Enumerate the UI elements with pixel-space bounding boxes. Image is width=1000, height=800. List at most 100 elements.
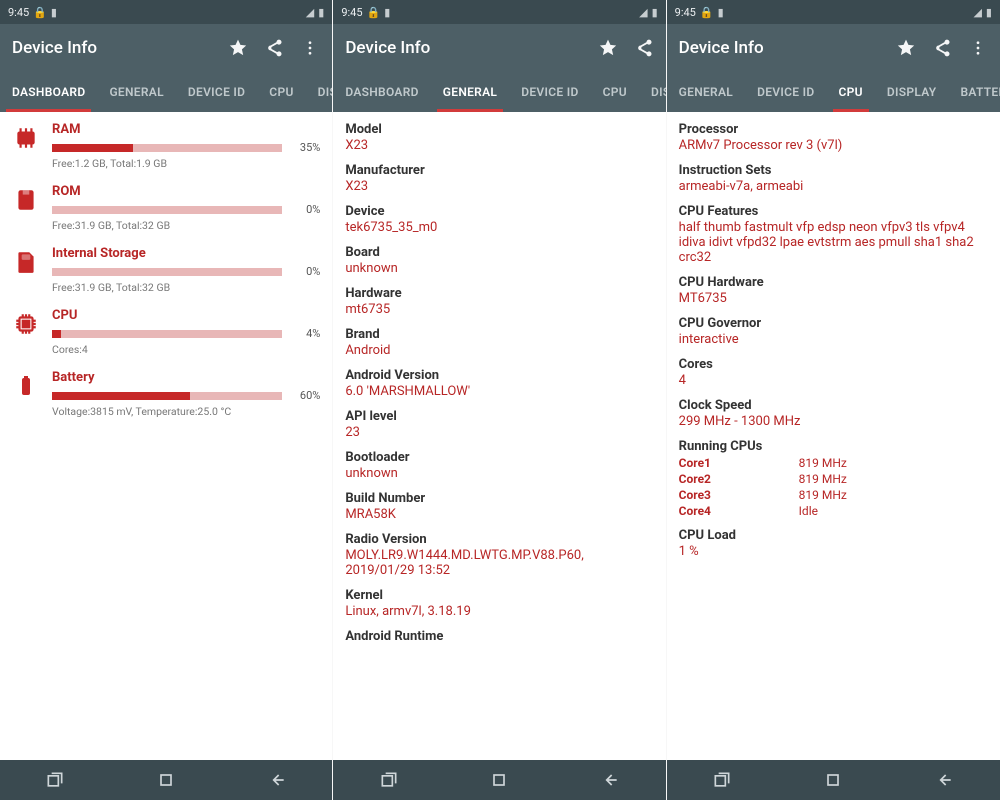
cpu-content: ProcessorARMv7 Processor rev 3 (v7l) Inst… bbox=[667, 112, 1000, 760]
cpu-core-row: Core4Idle bbox=[679, 504, 988, 518]
star-icon[interactable] bbox=[598, 38, 618, 58]
progress-bar bbox=[52, 268, 282, 276]
back-icon[interactable] bbox=[266, 769, 288, 791]
kv-android-version: Android Version6.0 'MARSHMALLOW' bbox=[345, 368, 653, 399]
kv-value: MT6735 bbox=[679, 291, 988, 306]
kv-label: Device bbox=[345, 204, 653, 219]
kv-value: 23 bbox=[345, 425, 653, 440]
recent-icon[interactable] bbox=[711, 769, 733, 791]
kv-label: Android Runtime bbox=[345, 629, 653, 644]
tab-dis[interactable]: DIS bbox=[639, 72, 666, 112]
pane-general: 9:45 🔒 ▮ ◢ ▮ Device Info DASHBOARDGENERA… bbox=[333, 0, 666, 800]
kv-value: MRA58K bbox=[345, 507, 653, 522]
home-icon[interactable] bbox=[488, 769, 510, 791]
tab-bar: DASHBOARDGENERALDEVICE IDCPUDISPLAY bbox=[0, 72, 332, 112]
battery-indicator-icon: ▮ bbox=[652, 6, 658, 19]
kv-build-number: Build NumberMRA58K bbox=[345, 491, 653, 522]
tab-cpu[interactable]: CPU bbox=[591, 72, 639, 112]
recent-icon[interactable] bbox=[378, 769, 400, 791]
cpu-icon bbox=[12, 310, 40, 338]
kv-label: API level bbox=[345, 409, 653, 424]
tab-cpu[interactable]: CPU bbox=[257, 72, 305, 112]
general-content: ModelX23ManufacturerX23Devicetek6735_35_… bbox=[333, 112, 665, 760]
dash-item-rom[interactable]: ROM0%Free:31.9 GB, Total:32 GB bbox=[12, 184, 320, 232]
kv-kernel: KernelLinux, armv7l, 3.18.19 bbox=[345, 588, 653, 619]
kv-value: Android bbox=[345, 343, 653, 358]
nav-bar bbox=[0, 760, 332, 800]
kv-label: Kernel bbox=[345, 588, 653, 603]
kv-processor: ProcessorARMv7 Processor rev 3 (v7l) bbox=[679, 122, 988, 153]
lock-icon: 🔒 bbox=[700, 6, 714, 19]
tab-device-id[interactable]: DEVICE ID bbox=[509, 72, 590, 112]
sd-icon: ▮ bbox=[51, 6, 57, 19]
dash-item-cpu[interactable]: CPU4%Cores:4 bbox=[12, 308, 320, 356]
action-bar: Device Info bbox=[333, 24, 665, 72]
cpu-core-name: Core1 bbox=[679, 456, 799, 470]
tab-general[interactable]: GENERAL bbox=[97, 72, 175, 112]
star-icon[interactable] bbox=[228, 38, 248, 58]
progress-percent: 0% bbox=[290, 265, 320, 278]
home-icon[interactable] bbox=[155, 769, 177, 791]
tab-display[interactable]: DISPLAY bbox=[306, 72, 333, 112]
back-icon[interactable] bbox=[599, 769, 621, 791]
home-icon[interactable] bbox=[822, 769, 844, 791]
kv-label: Build Number bbox=[345, 491, 653, 506]
tab-device-id[interactable]: DEVICE ID bbox=[745, 72, 826, 112]
kv-cores: Cores4 bbox=[679, 357, 988, 388]
kv-value: Linux, armv7l, 3.18.19 bbox=[345, 604, 653, 619]
dash-item-ram[interactable]: RAM35%Free:1.2 GB, Total:1.9 GB bbox=[12, 122, 320, 170]
tab-display[interactable]: DISPLAY bbox=[875, 72, 949, 112]
tab-battery[interactable]: BATTERY bbox=[948, 72, 1000, 112]
dash-item-internal-storage[interactable]: Internal Storage0%Free:31.9 GB, Total:32… bbox=[12, 246, 320, 294]
cpu-core-row: Core1819 MHz bbox=[679, 456, 988, 470]
kv-radio-version: Radio VersionMOLY.LR9.W1444.MD.LWTG.MP.V… bbox=[345, 532, 653, 578]
status-time: 9:45 bbox=[675, 6, 696, 19]
dash-title: ROM bbox=[52, 184, 320, 199]
tab-general[interactable]: GENERAL bbox=[431, 72, 509, 112]
kv-value: 6.0 'MARSHMALLOW' bbox=[345, 384, 653, 399]
progress-bar bbox=[52, 392, 282, 400]
kv-cpu-load: CPU Load1 % bbox=[679, 528, 988, 559]
kv-label: CPU Features bbox=[679, 204, 988, 219]
kv-label: Radio Version bbox=[345, 532, 653, 547]
cpu-core-name: Core3 bbox=[679, 488, 799, 502]
progress-percent: 35% bbox=[290, 141, 320, 154]
star-icon[interactable] bbox=[896, 38, 916, 58]
kv-cpu-governor: CPU Governorinteractive bbox=[679, 316, 988, 347]
battery-icon bbox=[12, 372, 40, 400]
action-bar: Device Info bbox=[0, 24, 332, 72]
kv-label: Processor bbox=[679, 122, 988, 137]
progress-bar bbox=[52, 144, 282, 152]
kv-value: half thumb fastmult vfp edsp neon vfpv3 … bbox=[679, 220, 988, 265]
lock-icon: 🔒 bbox=[33, 6, 47, 19]
dash-item-battery[interactable]: Battery60%Voltage:3815 mV, Temperature:2… bbox=[12, 370, 320, 418]
tab-dashboard[interactable]: DASHBOARD bbox=[333, 72, 430, 112]
pane-cpu: 9:45 🔒 ▮ ◢ ▮ Device Info GENERALDEVICE I… bbox=[667, 0, 1000, 800]
tab-dashboard[interactable]: DASHBOARD bbox=[0, 72, 97, 112]
kv-running-cpus: Running CPUsCore1819 MHzCore2819 MHzCore… bbox=[679, 439, 988, 518]
share-icon[interactable] bbox=[634, 38, 654, 58]
tab-general[interactable]: GENERAL bbox=[667, 72, 745, 112]
dash-title: RAM bbox=[52, 122, 320, 137]
share-icon[interactable] bbox=[932, 38, 952, 58]
cpu-core-value: 819 MHz bbox=[799, 488, 847, 502]
internal-storage-icon bbox=[12, 248, 40, 276]
kv-value: tek6735_35_m0 bbox=[345, 220, 653, 235]
kv-label: Model bbox=[345, 122, 653, 137]
overflow-icon[interactable] bbox=[300, 38, 320, 58]
progress-bar bbox=[52, 206, 282, 214]
share-icon[interactable] bbox=[264, 38, 284, 58]
signal-icon: ◢ bbox=[306, 6, 314, 19]
kv-value: 299 MHz - 1300 MHz bbox=[679, 414, 988, 429]
tab-cpu[interactable]: CPU bbox=[827, 72, 875, 112]
kv-label: Instruction Sets bbox=[679, 163, 988, 178]
back-icon[interactable] bbox=[933, 769, 955, 791]
recent-icon[interactable] bbox=[44, 769, 66, 791]
kv-value: MOLY.LR9.W1444.MD.LWTG.MP.V88.P60, 2019/… bbox=[345, 548, 653, 578]
app-title: Device Info bbox=[12, 38, 216, 58]
action-bar: Device Info bbox=[667, 24, 1000, 72]
kv-label: Running CPUs bbox=[679, 439, 988, 454]
tab-device-id[interactable]: DEVICE ID bbox=[176, 72, 257, 112]
status-time: 9:45 bbox=[8, 6, 29, 19]
overflow-icon[interactable] bbox=[968, 38, 988, 58]
